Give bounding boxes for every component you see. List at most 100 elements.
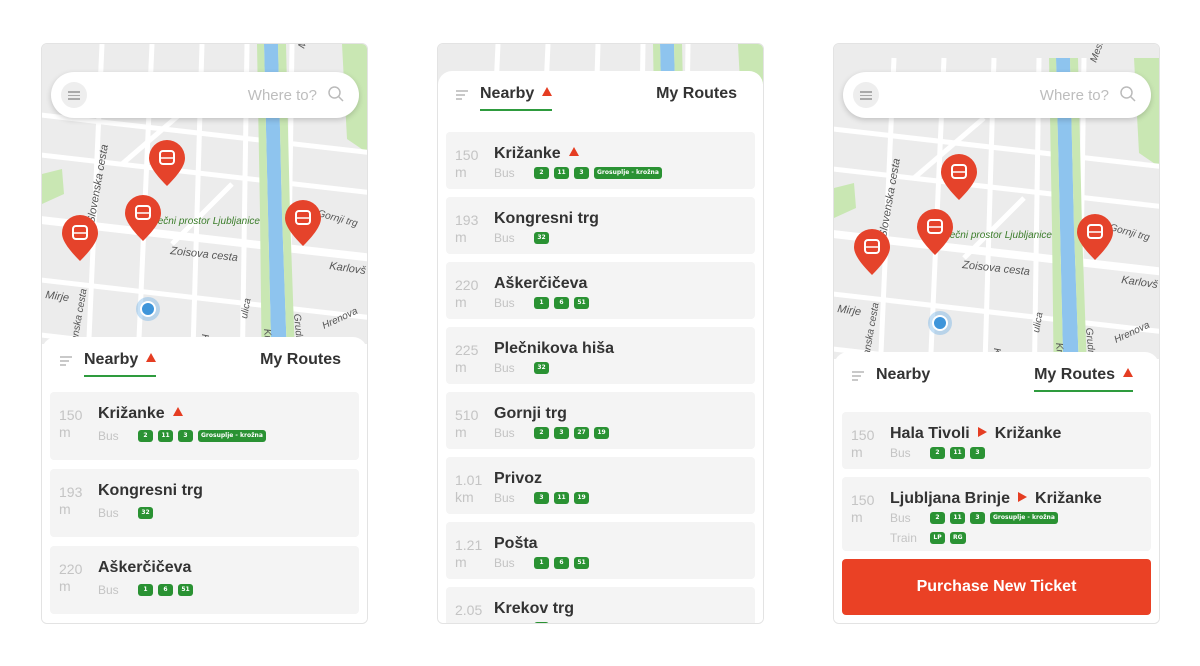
route-card[interactable]: 150 m Hala Tivoli Križanke Bus 2 11 3 [842,412,1151,469]
map-label: Karlovš [329,260,367,277]
transport-mode: Bus [494,491,515,505]
route-badge: 2 [534,622,549,623]
tab-nearby-label: Nearby [84,351,139,368]
transport-mode: Bus [98,429,119,443]
tab-my-routes[interactable]: My Routes [260,351,341,375]
transport-row: Bus 3 11 19 [494,491,594,505]
tab-my-routes[interactable]: My Routes [656,85,737,109]
purchase-ticket-button[interactable]: Purchase New Ticket [842,559,1151,615]
road [42,112,367,155]
transport-row: Bus 32 [494,361,554,375]
stop-distance: 220 m [59,561,83,594]
road [834,126,1159,169]
transport-row: Bus2 [494,621,554,623]
route-badge: 11 [158,430,173,442]
menu-icon[interactable] [853,82,879,108]
route-badge: 1 [138,584,153,596]
transport-row: Bus 2 11 3 [890,446,990,460]
tab-my-routes[interactable]: My Routes [1034,366,1133,392]
bottom-sheet: Nearby My Routes 150 m Križanke Bus 2 11 3 Gros… [438,71,763,623]
route-badge: 3 [178,430,193,442]
route-badge: 11 [950,447,965,459]
filter-icon[interactable] [852,371,864,383]
route-badge: 6 [554,297,569,309]
transport-mode: Bus [494,231,515,245]
route-badge: 2 [930,447,945,459]
stop-card[interactable]: 150 m Križanke Bus 2 11 3 Grosuplje - krožna [446,132,755,189]
map-label: ulica [1031,311,1045,334]
route-badge: 32 [138,507,153,519]
tab-bar: Nearby My Routes [438,71,763,125]
route-badge: 6 [554,557,569,569]
stop-distance: 193 m [59,484,83,517]
transport-row: Train LP RG [890,531,971,545]
stop-card[interactable]: 220 m Aškerčičeva Bus 1 6 51 [50,546,359,614]
route-badge: Grosuplje - krožna [990,512,1058,524]
map-label: Karlovš [1121,274,1159,291]
transport-row: Bus 32 [494,231,554,245]
map-label: Mestni [1088,44,1109,64]
transport-mode: Bus [494,426,515,440]
arrow-right-icon [977,427,987,437]
transport-row: Bus 2 11 3 Grosuplje - krožna [890,511,1063,525]
route-badge: 1 [534,557,549,569]
filter-icon[interactable] [60,356,72,368]
stop-name-text: Kongresni trg [98,482,203,499]
tab-nearby[interactable]: Nearby [84,351,157,377]
route-card[interactable]: 150 m Ljubljana Brinje Križanke Bus 2 11 3 Grosu… [842,477,1151,551]
transport-mode: Bus [494,361,515,375]
tab-my-routes-label: My Routes [260,351,341,368]
stop-card[interactable]: 1.21 m Pošta Bus 1 6 51 [446,522,755,579]
bus-stop-pin-icon [149,140,185,186]
current-location-icon [932,315,948,331]
stop-card[interactable]: 510 m Gornji trg Bus 2 3 27 19 [446,392,755,449]
search-bar[interactable]: Where to? [51,72,359,118]
stop-name-text: Pošta [494,535,538,552]
search-icon[interactable] [1119,85,1137,103]
map-label: Zoisova cesta [961,259,1031,278]
route-badge: 51 [574,297,589,309]
filter-icon[interactable] [456,90,468,102]
stop-card[interactable]: 1.01 km Privoz Bus 3 11 19 [446,457,755,514]
stop-distance: 150 m [455,147,479,180]
transport-row: Bus 2 3 27 19 [494,426,614,440]
menu-icon[interactable] [61,82,87,108]
stop-distance: 225 m [455,342,479,375]
route-badge: 2 [138,430,153,442]
stop-card[interactable]: 220 m Aškerčičeva Bus 1 6 51 [446,262,755,319]
transport-row: Bus 2 11 3 Grosuplje - krožna [494,166,667,180]
stop-distance: 1.21 m [455,537,483,570]
search-icon[interactable] [327,85,345,103]
stop-card[interactable]: 2.05m Krekov trg Bus2 [446,587,755,623]
route-badge: 2 [534,427,549,439]
search-bar[interactable]: Where to? [843,72,1151,118]
map-label: Mestni [296,44,317,50]
stop-name-text: Križanke [98,405,165,422]
alert-icon [146,353,157,362]
stop-name: Aškerčičeva [98,559,191,577]
stop-name: Privoz [494,470,542,488]
tab-bar: Nearby My Routes [834,352,1159,406]
route-badge: 32 [534,362,549,374]
transport-mode: Bus [494,166,515,180]
transport-mode: Bus [494,621,534,623]
stop-card[interactable]: 193 m Kongresni trg Bus 32 [446,197,755,254]
map-label: ulica [239,297,253,320]
stop-name: Kongresni trg [494,210,599,228]
route-badge: 11 [950,512,965,524]
transport-row: Bus 1 6 51 [494,556,594,570]
map-label: Hrenova [321,306,360,332]
map-label: janska cesta [69,287,90,344]
search-placeholder: Where to? [247,87,317,104]
route-badge: 3 [534,492,549,504]
stop-card[interactable]: 150 m Križanke Bus 2 11 3 Grosuplje - krožna [50,392,359,460]
stop-name: Gornji trg [494,405,567,423]
stop-card[interactable]: 193 m Kongresni trg Bus 32 [50,469,359,537]
route-badge: 2 [534,167,549,179]
tab-nearby[interactable]: Nearby [480,85,553,111]
alert-icon [172,407,183,416]
stop-card[interactable]: 225 m Plečnikova hiša Bus 32 [446,327,755,384]
transport-mode: Bus [890,511,911,525]
tab-nearby[interactable]: Nearby [876,366,930,390]
route-to: Križanke [1035,490,1102,507]
